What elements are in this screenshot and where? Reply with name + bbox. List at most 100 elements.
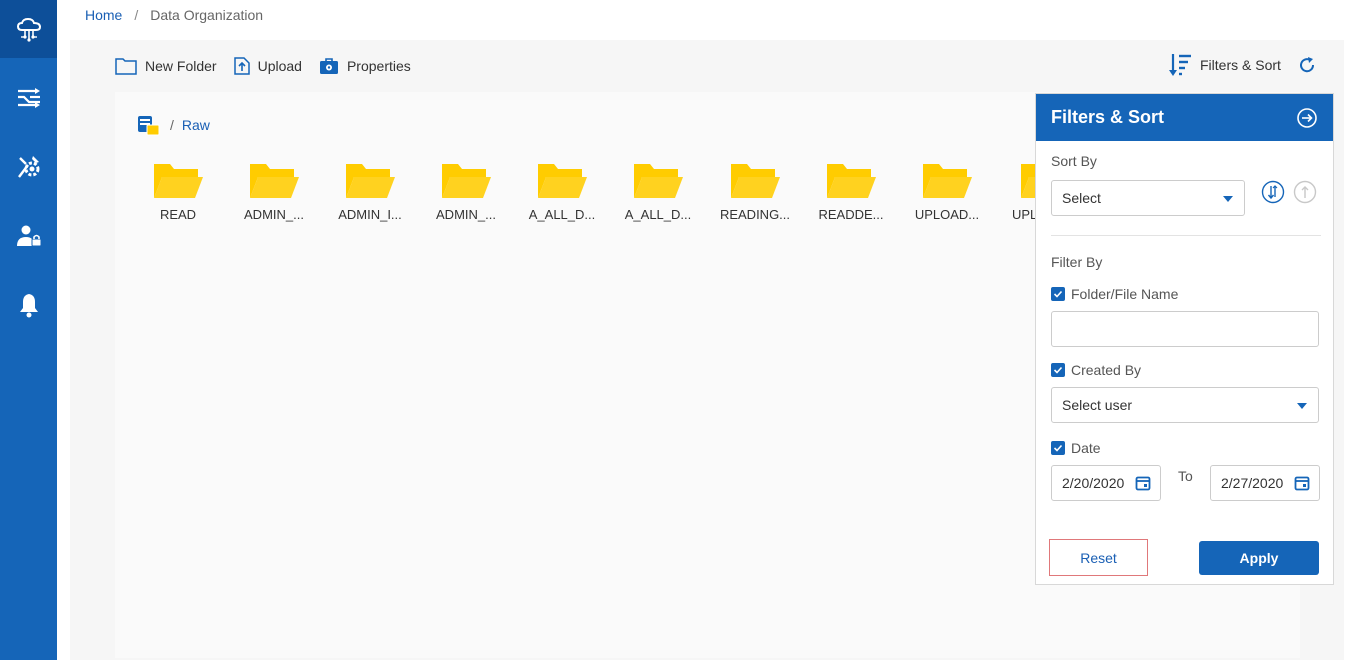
- right-toolbar: Filters & Sort: [1168, 52, 1317, 78]
- folder-item[interactable]: UPLOAD...: [902, 160, 992, 222]
- sort-ascending-icon: [1293, 180, 1317, 204]
- calendar-icon[interactable]: [1294, 475, 1310, 494]
- folder-name: UPL: [1012, 207, 1036, 222]
- folder-item[interactable]: ADMIN_...: [421, 160, 511, 222]
- sort-filter-icon: [1169, 54, 1191, 76]
- panel-divider: [1051, 235, 1321, 236]
- created-by-select[interactable]: Select user: [1051, 387, 1319, 423]
- panel-header: Filters & Sort: [1036, 94, 1333, 141]
- user-lock-icon: [16, 225, 41, 247]
- sidebar-item-data-organization[interactable]: [0, 0, 57, 58]
- date-from-input[interactable]: 2/20/2020: [1051, 465, 1161, 501]
- pipeline-icon: [17, 88, 40, 108]
- checkbox-checked-icon: [1051, 287, 1065, 301]
- created-by-label: Created By: [1071, 362, 1142, 378]
- folder-name: ADMIN_...: [436, 207, 496, 222]
- cloud-network-icon: [16, 17, 41, 42]
- breadcrumb-current: Data Organization: [150, 7, 264, 23]
- toolbar: New Folder Upload Properties: [115, 55, 428, 77]
- folder-item[interactable]: READING...: [710, 160, 800, 222]
- properties-button[interactable]: Properties: [319, 57, 411, 75]
- to-label: To: [1178, 468, 1193, 484]
- refresh-button[interactable]: [1297, 55, 1317, 75]
- calendar-icon[interactable]: [1135, 475, 1151, 494]
- checkbox-checked-icon: [1051, 441, 1065, 455]
- panel-title: Filters & Sort: [1051, 107, 1165, 127]
- filters-sort-button[interactable]: Filters & Sort: [1168, 52, 1281, 78]
- date-to-input[interactable]: 2/27/2020: [1210, 465, 1320, 501]
- path-current[interactable]: Raw: [182, 117, 210, 133]
- date-checkbox[interactable]: Date: [1051, 440, 1101, 456]
- created-by-checkbox[interactable]: Created By: [1051, 362, 1141, 378]
- sort-direction-group: [1261, 180, 1317, 204]
- filters-sort-panel: Filters & Sort Sort By Select Filter By …: [1035, 93, 1334, 585]
- sidebar-item-notifications[interactable]: [0, 276, 57, 334]
- folder-name: READDE...: [818, 207, 884, 222]
- created-by-value: Select user: [1062, 397, 1133, 413]
- folder-name-filter-label: Folder/File Name: [1071, 286, 1179, 302]
- checkbox-checked-icon: [1051, 363, 1065, 377]
- sort-by-select[interactable]: Select: [1051, 180, 1245, 216]
- filters-sort-label: Filters & Sort: [1200, 57, 1281, 73]
- folder-icon: [250, 164, 299, 198]
- tools-gear-icon: [17, 156, 39, 178]
- new-folder-label: New Folder: [145, 58, 217, 74]
- folder-item[interactable]: A_ALL_D...: [613, 160, 703, 222]
- folder-icon: [346, 164, 395, 198]
- new-folder-button[interactable]: New Folder: [115, 57, 217, 75]
- folder-name: UPLOAD...: [914, 207, 980, 222]
- close-panel-button[interactable]: [1296, 107, 1318, 134]
- folder-icon: [731, 164, 780, 198]
- folder-icon: [538, 164, 587, 198]
- filter-by-label: Filter By: [1051, 254, 1103, 270]
- sort-descending-icon: [1261, 180, 1285, 204]
- folder-icon: [923, 164, 972, 198]
- date-label: Date: [1071, 440, 1101, 456]
- sort-ascending-button[interactable]: [1293, 180, 1317, 204]
- breadcrumb: Home / Data Organization: [85, 7, 263, 23]
- data-lake-icon: [138, 116, 160, 136]
- folder-item[interactable]: A_ALL_D...: [517, 160, 607, 222]
- date-to-value: 2/27/2020: [1221, 475, 1284, 491]
- sort-descending-button[interactable]: [1261, 180, 1285, 204]
- properties-briefcase-icon: [319, 58, 338, 74]
- folder-item[interactable]: READ: [133, 160, 223, 222]
- upload-button[interactable]: Upload: [233, 57, 302, 75]
- folder-name: ADMIN_I...: [338, 207, 402, 222]
- path-separator: /: [170, 117, 174, 133]
- folder-icon: [1021, 164, 1036, 198]
- reset-button[interactable]: Reset: [1049, 539, 1148, 576]
- sidebar-item-pipeline[interactable]: [0, 69, 57, 127]
- folder-icon: [442, 164, 491, 198]
- breadcrumb-separator: /: [134, 7, 139, 23]
- folder-name-checkbox[interactable]: Folder/File Name: [1051, 286, 1178, 302]
- folder-item[interactable]: READDE...: [806, 160, 896, 222]
- chevron-down-icon: [1223, 196, 1233, 202]
- sidebar-item-tools[interactable]: [0, 138, 57, 196]
- folder-icon: [827, 164, 876, 198]
- apply-button[interactable]: Apply: [1199, 541, 1319, 575]
- arrow-right-circle-icon: [1297, 108, 1317, 128]
- folder-item[interactable]: ADMIN_...: [229, 160, 319, 222]
- folder-name: READING...: [719, 207, 791, 222]
- refresh-icon: [1299, 57, 1314, 73]
- upload-icon: [233, 57, 250, 75]
- folder-name: A_ALL_D...: [624, 207, 692, 222]
- bell-icon: [19, 294, 38, 318]
- date-from-value: 2/20/2020: [1062, 475, 1125, 491]
- sidebar-item-user-access[interactable]: [0, 207, 57, 265]
- breadcrumb-home[interactable]: Home: [85, 7, 122, 23]
- sort-by-label: Sort By: [1051, 153, 1097, 169]
- folder-icon: [154, 164, 203, 198]
- folder-name: READ: [159, 207, 197, 222]
- folder-item[interactable]: UPL: [998, 160, 1036, 222]
- folder-path: / Raw: [136, 114, 210, 136]
- folder-outline-icon: [115, 58, 137, 75]
- folder-icon: [634, 164, 683, 198]
- folder-item[interactable]: ADMIN_I...: [325, 160, 415, 222]
- folder-name-input[interactable]: [1051, 311, 1319, 347]
- upload-label: Upload: [257, 58, 302, 74]
- sidebar: [0, 0, 57, 660]
- folder-name: ADMIN_...: [244, 207, 304, 222]
- chevron-down-icon: [1297, 403, 1307, 409]
